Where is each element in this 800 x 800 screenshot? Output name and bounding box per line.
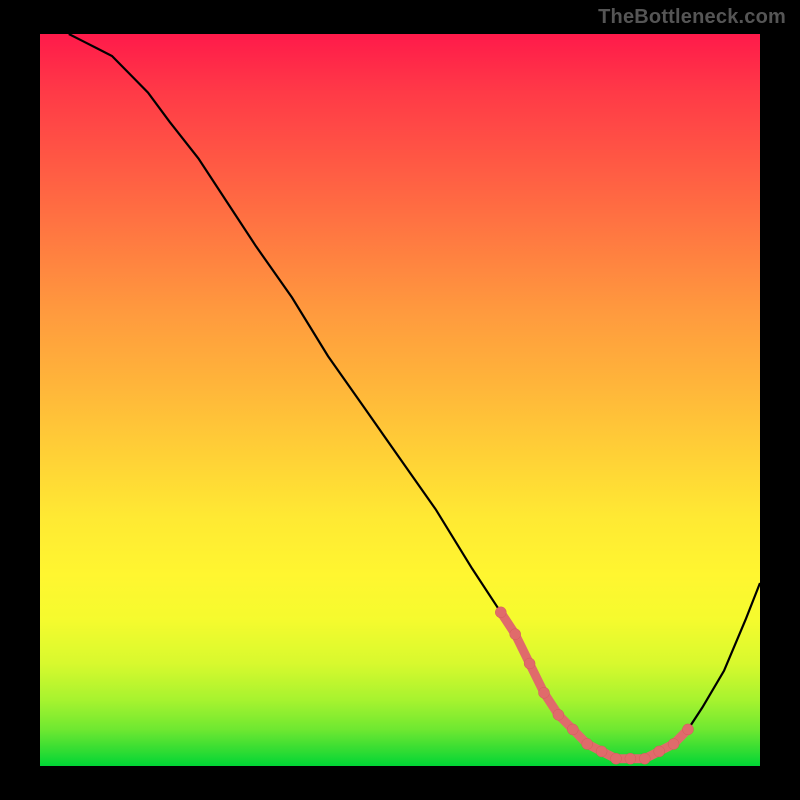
optimal-dot [567, 724, 578, 735]
optimal-dot [495, 607, 506, 618]
watermark-text: TheBottleneck.com [598, 6, 786, 29]
optimal-dot [611, 753, 622, 764]
optimal-dot [524, 658, 535, 669]
optimal-dot [553, 709, 564, 720]
optimal-range-dots [495, 607, 693, 764]
optimal-dot [539, 687, 550, 698]
optimal-dot [639, 753, 650, 764]
optimal-dot [654, 746, 665, 757]
chart-svg [40, 34, 760, 766]
optimal-dot [582, 739, 593, 750]
optimal-dot [668, 739, 679, 750]
optimal-range-connector [501, 612, 688, 758]
chart-frame: TheBottleneck.com [0, 0, 800, 800]
optimal-dot [683, 724, 694, 735]
chart-plot-area [40, 34, 760, 766]
optimal-dot [596, 746, 607, 757]
bottleneck-curve-line [69, 34, 760, 759]
optimal-dot [510, 629, 521, 640]
optimal-dot [625, 753, 636, 764]
